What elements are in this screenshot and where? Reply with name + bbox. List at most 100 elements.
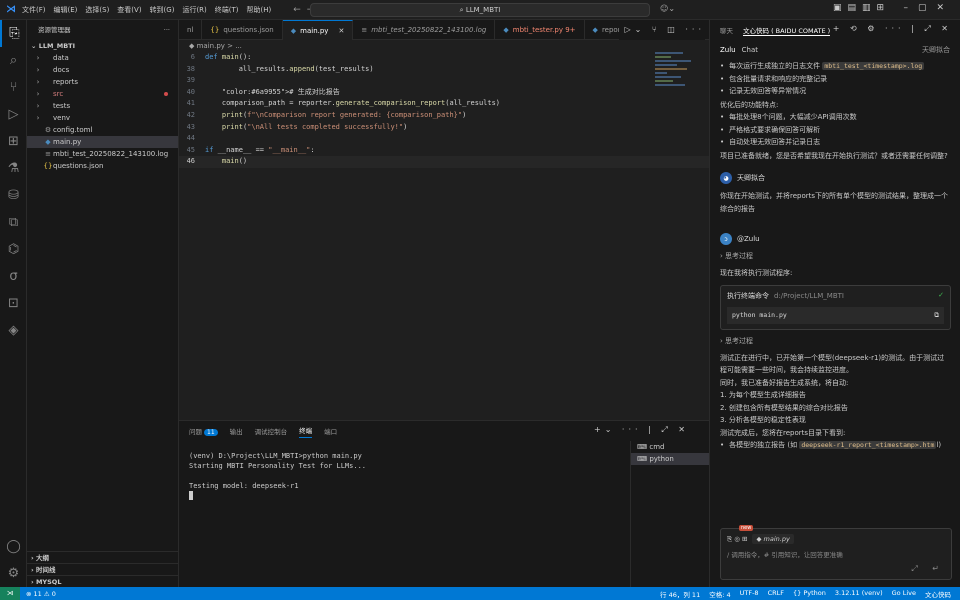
line-number: 39 — [186, 76, 195, 85]
tab-mbti-tester-py-9-[interactable]: ◆ mbti_tester.py 9+ — [495, 20, 585, 40]
run-debug-icon[interactable]: ▷ — [0, 101, 27, 128]
tree-item-tests[interactable]: › tests — [27, 100, 178, 112]
chat-actions[interactable]: + ⟲ ⚙ ··· | ⤢ ✕ — [833, 24, 952, 34]
tab-comate[interactable]: 文心快码 ( BAIDU COMATE ) — [743, 25, 831, 36]
tab-main-py[interactable]: ◆ main.py ✕ — [282, 20, 354, 41]
code-text: print("\nAll tests completed successfull… — [221, 122, 408, 131]
docker-icon[interactable]: ⊡ — [0, 290, 27, 317]
tab-chat[interactable]: 聊天 — [720, 25, 733, 35]
code-line[interactable]: 38 all_results.append(test_results) — [179, 64, 709, 76]
outline-section[interactable]: › 大纲 — [27, 551, 179, 563]
tree-item-questions-json[interactable]: {} questions.json — [27, 160, 178, 172]
code-line[interactable]: 39 — [179, 75, 709, 87]
menu-view[interactable]: 查看(V) — [117, 6, 141, 14]
tab-output[interactable]: 输出 — [230, 426, 243, 436]
tree-item-main-py[interactable]: ◆ main.py — [27, 136, 178, 148]
menu-selection[interactable]: 选择(S) — [85, 6, 109, 14]
command-center-search[interactable]: ⌕ LLM_MBTI — [310, 3, 650, 17]
status-item[interactable]: 文心快码 — [925, 589, 951, 599]
code-line[interactable]: 41 comparison_path = reporter.generate_c… — [179, 98, 709, 110]
timeline-section[interactable]: › 时间线 — [27, 563, 179, 575]
tab-debug-console[interactable]: 调试控制台 — [255, 426, 288, 436]
code-line[interactable]: 43 print("\nAll tests completed successf… — [179, 122, 709, 134]
terminal-output[interactable]: (venv) D:\Project\LLM_MBTI>python main.p… — [189, 451, 366, 503]
code-line[interactable]: 45 if __name__ == "__main__": — [179, 145, 709, 157]
status-item[interactable]: 3.12.11 (venv) — [835, 589, 883, 599]
window-controls[interactable]: –▢✕ — [903, 3, 954, 13]
terminal-cmd[interactable]: ⌨ cmd — [631, 441, 709, 453]
explorer-icon[interactable]: ⎘ — [0, 20, 27, 47]
layers-icon[interactable]: ◈ — [0, 317, 27, 344]
tab-nl[interactable]: nl — [179, 20, 203, 40]
tree-item-venv[interactable]: › venv — [27, 112, 178, 124]
tab-terminal[interactable]: 终端 — [299, 425, 313, 438]
line-number: 46 — [186, 157, 195, 166]
tab-questions-json[interactable]: {} questions.json — [202, 20, 283, 40]
chat-mode[interactable]: Chat — [742, 46, 758, 54]
more-actions-button[interactable]: ··· — [164, 20, 170, 40]
agent-name[interactable]: Zulu — [720, 46, 736, 54]
layout-controls[interactable]: ▣▤▥⊞ — [833, 3, 890, 13]
code-line[interactable]: 40 "color:#6a9955"># 生成对比报告 — [179, 87, 709, 99]
menu-terminal[interactable]: 终端(T) — [215, 6, 239, 14]
status-item[interactable]: Go Live — [892, 589, 916, 599]
tree-item-reports[interactable]: › reports — [27, 76, 178, 88]
tree-item-data[interactable]: › data — [27, 52, 178, 64]
tree-item-src[interactable]: › src — [27, 88, 178, 100]
extensions-icon[interactable]: ⊞ — [0, 128, 27, 155]
code-line[interactable]: 46 main() — [179, 156, 709, 168]
remote-explorer-icon[interactable]: ⧉ — [0, 209, 27, 236]
account-icon[interactable]: ◯ — [0, 533, 27, 560]
status-item[interactable]: CRLF — [768, 589, 784, 599]
menu-edit[interactable]: 编辑(E) — [54, 6, 78, 14]
database-icon[interactable]: ⛁ — [0, 182, 27, 209]
status-item[interactable]: 空格: 4 — [709, 589, 730, 599]
tab-problems[interactable]: 问题 11 — [189, 426, 218, 436]
chat-input-box[interactable]: new ⎘ ◎ ⊞ ◆ main.py / 调用指令，# 引用知识，让回答更准确 … — [720, 525, 952, 580]
code-line[interactable]: 42 print(f"\nComparison report generated… — [179, 110, 709, 122]
copy-icon[interactable]: ⧉ — [934, 311, 939, 320]
code-line[interactable]: 44 — [179, 133, 709, 145]
tree-item-config-toml[interactable]: ⚙ config.toml — [27, 124, 178, 136]
code-line[interactable]: 6 def main(): — [179, 52, 709, 64]
menu-help[interactable]: 帮助(H) — [247, 6, 272, 14]
status-item[interactable]: {} Python — [793, 589, 826, 599]
comate-icon[interactable]: σ — [0, 263, 27, 290]
code-view[interactable]: 6 def main(): 38 all_results.append(test_r… — [179, 52, 709, 168]
tab-ports[interactable]: 端口 — [324, 426, 337, 436]
breadcrumb[interactable]: ◆ main.py > ... — [179, 40, 709, 52]
status-item[interactable]: UTF-8 — [740, 589, 759, 599]
thinking-toggle-1[interactable]: › 思考过程 — [720, 251, 951, 261]
chat-messages[interactable]: 每次运行生成独立的日志文件 mbti_test_<timestamp>.log包… — [710, 60, 960, 530]
copilot-icon[interactable]: ☺⌄ — [660, 4, 675, 13]
thinking-toggle-2[interactable]: › 思考过程 — [720, 336, 951, 346]
chat-line: 3. 分析各模型的稳定性表现 — [720, 414, 951, 427]
search-icon[interactable]: ⌕ — [0, 47, 27, 74]
chat-input-placeholder[interactable]: / 调用指令，# 引用知识，让回答更准确 — [721, 549, 951, 559]
tree-item-docs[interactable]: › docs — [27, 64, 178, 76]
settings-gear-icon[interactable]: ⚙ — [0, 560, 27, 587]
status-item[interactable]: 行 46，列 11 — [660, 589, 700, 599]
vscode-logo-icon: ⋊ — [6, 4, 16, 15]
attach-icon[interactable]: ⎘ ◎ ⊞ — [727, 535, 747, 544]
mysql-section[interactable]: › MYSQL — [27, 575, 179, 587]
panel-actions[interactable]: +⌄ ··· | ⤢ ✕ — [594, 425, 689, 435]
tab-mbti-test-20250822-143100-log[interactable]: ≡ mbti_test_20250822_143100.log — [353, 20, 496, 40]
python-icon[interactable]: ⌬ — [0, 236, 27, 263]
workspace-root[interactable]: ⌄ LLM_MBTI — [27, 40, 178, 52]
tree-item-mbti-test-20250822-143100-log[interactable]: ≡ mbti_test_20250822_143100.log — [27, 148, 178, 160]
user-avatar: ◕ — [720, 172, 732, 184]
menu-run[interactable]: 运行(R) — [182, 6, 206, 14]
menu-go[interactable]: 转到(G) — [150, 6, 175, 14]
source-control-icon[interactable]: ⑂ — [0, 74, 27, 101]
menu-file[interactable]: 文件(F) — [22, 6, 46, 14]
testing-icon[interactable]: ⚗ — [0, 155, 27, 182]
send-controls[interactable]: ⤢ ↵ — [911, 564, 945, 574]
problems-status[interactable]: ⊗ 11 ⚠ 0 — [26, 590, 56, 598]
context-file-chip[interactable]: ◆ main.py — [752, 534, 794, 544]
remote-icon[interactable]: ⋊ — [0, 587, 20, 600]
editor-actions[interactable]: ▷⌄ ⑂ ◫ ··· — [618, 20, 705, 40]
terminal-python[interactable]: ⌨ python — [631, 453, 709, 465]
minimap[interactable] — [655, 52, 695, 112]
close-icon[interactable]: ✕ — [338, 21, 344, 41]
